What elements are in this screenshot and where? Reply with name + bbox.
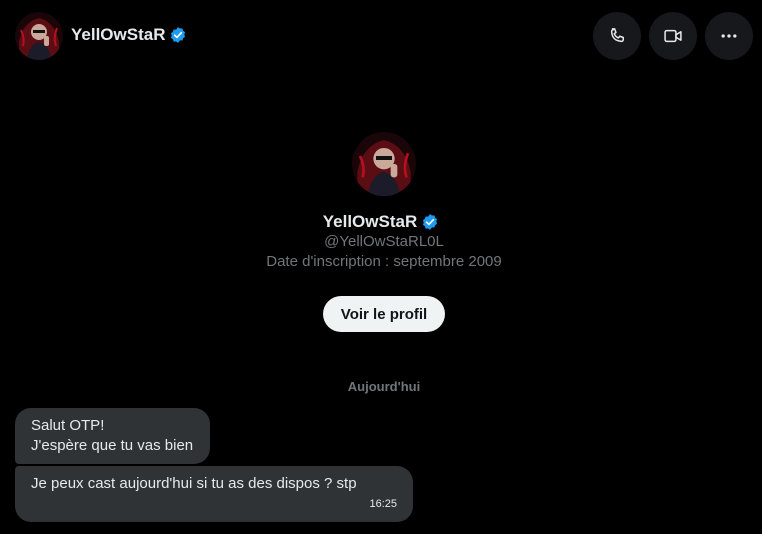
message-text-line: Je peux cast aujourd'hui si tu as des di… xyxy=(31,475,357,492)
view-profile-button[interactable]: Voir le profil xyxy=(323,296,445,332)
profile-join-date: Date d'inscription : septembre 2009 xyxy=(266,253,502,270)
dm-conversation-view: YellOwStaR YellOwStaR @YellOwStaRL0L Dat… xyxy=(0,0,762,534)
video-camera-icon xyxy=(664,29,682,43)
header-display-name-row[interactable]: YellOwStaR xyxy=(71,25,187,45)
message-bubble[interactable]: Salut OTP! J'espère que tu vas bien xyxy=(15,408,210,464)
date-separator: Aujourd'hui xyxy=(347,379,421,394)
header-display-name: YellOwStaR xyxy=(71,25,166,44)
video-call-button[interactable] xyxy=(649,12,697,60)
message-timestamp: 16:25 xyxy=(369,498,397,510)
more-options-button[interactable] xyxy=(705,12,753,60)
profile-display-name: YellOwStaR xyxy=(322,212,418,231)
verified-badge-icon xyxy=(169,26,187,44)
more-horizontal-icon xyxy=(721,34,737,38)
profile-handle: @YellOwStaRL0L xyxy=(324,233,444,250)
conversation-header: YellOwStaR xyxy=(0,0,762,72)
avatar-image xyxy=(352,132,416,196)
avatar[interactable] xyxy=(15,12,63,60)
verified-badge-icon xyxy=(421,213,439,231)
call-button[interactable] xyxy=(593,12,641,60)
message-text-line: J'espère que tu vas bien xyxy=(31,437,194,454)
phone-icon xyxy=(610,28,624,43)
profile-avatar[interactable] xyxy=(352,132,416,196)
message-bubble[interactable]: Je peux cast aujourd'hui si tu as des di… xyxy=(15,466,413,522)
avatar-image xyxy=(15,12,63,60)
profile-display-name-row: YellOwStaR xyxy=(0,212,762,232)
message-text-line: Salut OTP! xyxy=(31,417,105,434)
